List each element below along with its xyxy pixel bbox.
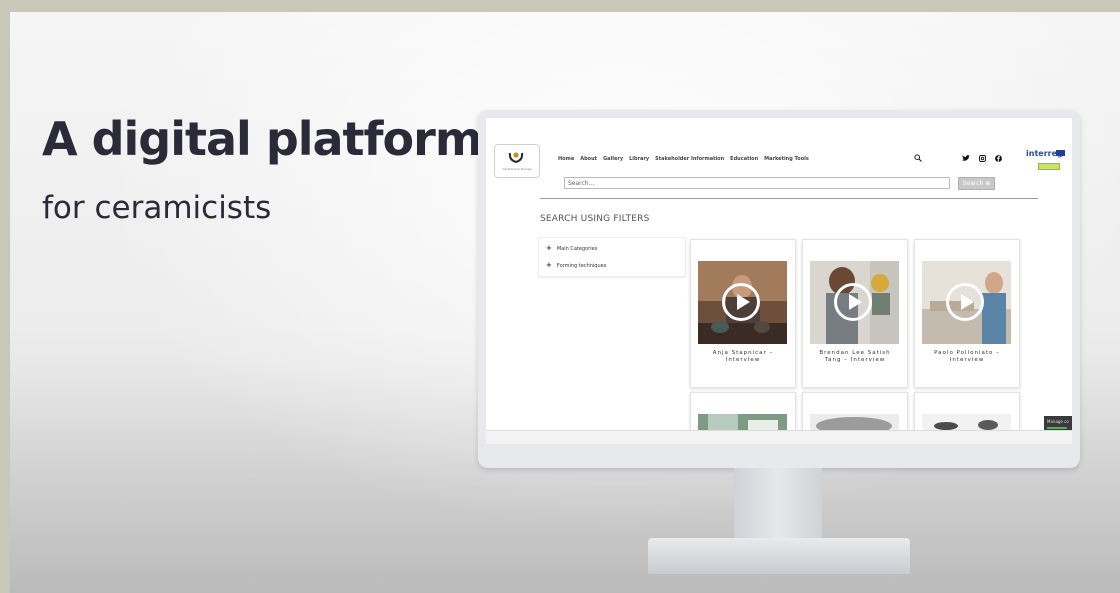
filter-forming-techniques[interactable]: + Forming techniques bbox=[546, 261, 606, 269]
filters-title: SEARCH USING FILTERS bbox=[540, 214, 650, 224]
monitor: Ceramics in Europe Home About Gallery Li… bbox=[478, 110, 1080, 468]
search-button-icon: ⊕ bbox=[985, 180, 991, 187]
play-icon[interactable] bbox=[834, 283, 872, 321]
monitor-stand-base bbox=[648, 538, 910, 574]
video-card[interactable]: Anja Stapnicar – Interview bbox=[690, 239, 796, 388]
filter-label: Main Categories bbox=[556, 246, 598, 252]
video-card[interactable]: Brendan Lee Satish Tang – Interview bbox=[802, 239, 908, 388]
search-input[interactable]: Search... bbox=[564, 177, 950, 189]
play-icon[interactable] bbox=[946, 283, 984, 321]
monitor-screen: Ceramics in Europe Home About Gallery Li… bbox=[486, 118, 1072, 444]
nav-item-education[interactable]: Education bbox=[730, 156, 758, 162]
header-divider bbox=[540, 198, 1038, 199]
play-icon[interactable] bbox=[722, 283, 760, 321]
site-nav: Home About Gallery Library Stakeholder I… bbox=[558, 156, 809, 162]
filter-panel: + Main Categories + Forming techniques bbox=[538, 237, 686, 277]
browser-bottom-bar bbox=[486, 430, 1072, 444]
instagram-icon[interactable] bbox=[979, 155, 986, 164]
plus-icon: + bbox=[546, 261, 552, 269]
video-card[interactable]: Paolo Polloniato – Interview bbox=[914, 239, 1020, 388]
frame-top-border bbox=[0, 0, 1120, 12]
manage-consent-bar bbox=[1047, 427, 1067, 429]
nav-item-library[interactable]: Library bbox=[629, 156, 649, 162]
nav-item-marketing-tools[interactable]: Marketing Tools bbox=[764, 156, 809, 162]
site-logo[interactable]: Ceramics in Europe bbox=[494, 144, 540, 178]
eu-flag-icon bbox=[1056, 150, 1065, 156]
frame-left-border bbox=[0, 0, 10, 593]
nav-item-stakeholder-information[interactable]: Stakeholder Information bbox=[655, 156, 724, 162]
facebook-icon[interactable] bbox=[995, 155, 1002, 164]
search-button-label: Search bbox=[962, 180, 984, 187]
video-thumbnail[interactable] bbox=[810, 261, 899, 344]
nav-item-gallery[interactable]: Gallery bbox=[603, 156, 623, 162]
interreg-tag bbox=[1038, 163, 1060, 170]
logo-caption: Ceramics in Europe bbox=[502, 167, 532, 171]
manage-consent-label: Manage co bbox=[1047, 419, 1069, 424]
slide-subline: for ceramicists bbox=[42, 190, 272, 226]
interreg-logo[interactable]: interreg bbox=[1026, 149, 1066, 170]
filter-label: Forming techniques bbox=[556, 263, 607, 269]
social-links bbox=[962, 155, 1002, 164]
filter-main-categories[interactable]: + Main Categories bbox=[546, 244, 597, 252]
twitter-icon[interactable] bbox=[962, 155, 970, 164]
nav-item-home[interactable]: Home bbox=[558, 156, 574, 162]
monitor-stand-neck bbox=[734, 468, 822, 540]
slide-headline: A digital platform bbox=[42, 112, 483, 166]
plus-icon: + bbox=[546, 244, 552, 252]
video-title[interactable]: Paolo Polloniato – Interview bbox=[919, 350, 1015, 364]
video-thumbnail[interactable] bbox=[698, 261, 787, 344]
nav-item-about[interactable]: About bbox=[580, 156, 597, 162]
video-title[interactable]: Brendan Lee Satish Tang – Interview bbox=[807, 350, 903, 364]
search-icon[interactable] bbox=[914, 154, 922, 162]
logo-hands-icon bbox=[508, 152, 524, 164]
search-button[interactable]: Search ⊕ bbox=[958, 177, 995, 190]
video-title[interactable]: Anja Stapnicar – Interview bbox=[695, 350, 791, 364]
video-thumbnail[interactable] bbox=[922, 261, 1011, 344]
